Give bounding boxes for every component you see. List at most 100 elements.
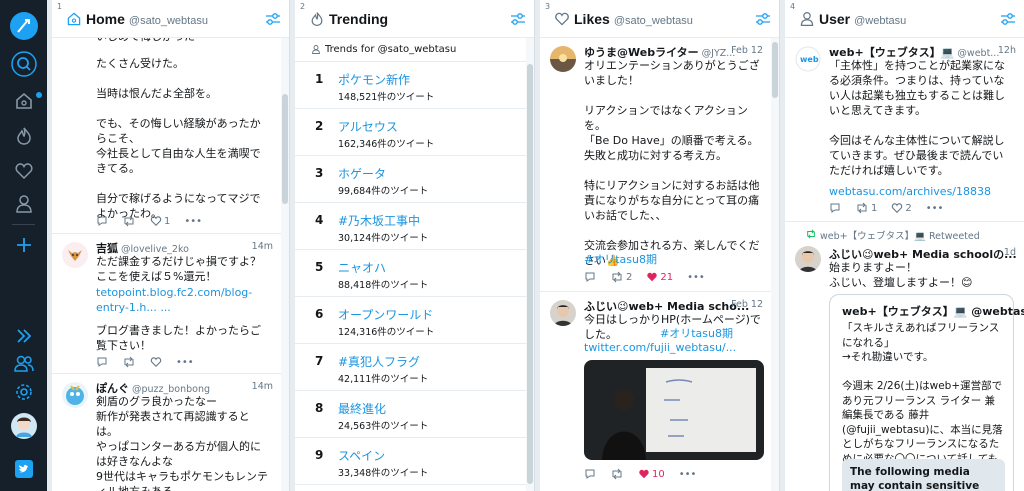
reply-button[interactable] <box>829 202 841 214</box>
column-settings-icon[interactable] <box>510 11 526 27</box>
trend-item[interactable]: 8 最終進化 24,563件のツイート <box>295 391 526 438</box>
retweet-button[interactable] <box>610 468 624 480</box>
column-handle: @webtasu <box>854 15 907 27</box>
like-button[interactable]: 1 <box>150 215 170 227</box>
scrollbar[interactable] <box>526 38 534 491</box>
tweet[interactable]: ぽんぐ @puzz_bonbong 14m 剣盾のグラ良かったなー 新作が発表され… <box>52 374 281 491</box>
trend-item[interactable]: 9 スペイン 33,348件のツイート <box>295 438 526 485</box>
trend-name[interactable]: ポケモン新作 <box>338 71 410 88</box>
trend-item[interactable]: 5 ニャオハ 88,418件のツイート <box>295 250 526 297</box>
search-button[interactable] <box>8 48 39 79</box>
trend-tweet-count: 148,521件のツイート <box>338 92 435 103</box>
trend-item[interactable]: 3 ホゲータ 99,684件のツイート <box>295 156 526 203</box>
user-column-button[interactable] <box>8 188 39 219</box>
hashtag-link[interactable]: #オリtasu8期 <box>660 326 761 341</box>
user-icon <box>15 194 32 213</box>
column-settings-icon[interactable] <box>755 11 771 27</box>
trend-name[interactable]: #乃木坂工事中 <box>338 212 420 229</box>
tweet[interactable]: ゆうま@Webライター @JYZ... Feb 12 オリエンテーションありがとう… <box>540 38 771 292</box>
tweet[interactable]: 吉狐 @lovelive_2ko 14m ただ課金するだけじゃ損ですよ？ ここを使… <box>52 234 281 374</box>
trend-name[interactable]: スペイン <box>338 447 385 464</box>
reply-button[interactable] <box>584 468 596 480</box>
expand-button[interactable] <box>8 320 39 351</box>
retweet-button[interactable] <box>122 356 136 368</box>
scroll-thumb[interactable] <box>527 64 533 484</box>
tweet-time[interactable]: Feb 12 <box>731 299 763 310</box>
tweet-time[interactable]: 14m <box>252 241 273 252</box>
column-home: 1 Home@sato_webtasu いじめて悔しかった たくさん受けた。 当… <box>52 0 290 491</box>
reply-button[interactable] <box>96 356 108 368</box>
trend-item[interactable]: 6 オープンワールド 124,316件のツイート <box>295 297 526 344</box>
column-settings-icon[interactable] <box>265 11 281 27</box>
column-title-text: Trending <box>329 11 389 27</box>
avatar[interactable] <box>550 300 576 326</box>
sensitive-media-warning[interactable]: The following media may contain sensitiv… <box>842 459 1005 491</box>
tweet-time[interactable]: 1d <box>1004 247 1016 258</box>
tweet-text: 「主体性」を持つことが起業家になる必須条件。つまりは、持っていない人は起業も独立… <box>829 59 1005 177</box>
likes-column-button[interactable] <box>8 155 39 186</box>
trend-name[interactable]: オープンワールド <box>338 306 433 323</box>
retweet-button[interactable]: 2 <box>610 271 632 283</box>
avatar[interactable] <box>62 382 88 408</box>
reply-button[interactable] <box>96 215 108 227</box>
accounts-button[interactable] <box>8 348 39 379</box>
avatar[interactable]: web <box>795 46 821 72</box>
trend-item[interactable]: 7 #真犯人フラグ 42,111件のツイート <box>295 344 526 391</box>
trend-item[interactable]: 2 アルセウス 162,346件のツイート <box>295 109 526 156</box>
tweet[interactable]: いじめて悔しかった たくさん受けた。 当時は恨んだよ全部を。 でも、その悔しい経… <box>52 30 281 234</box>
tweet-media-image[interactable] <box>584 360 764 460</box>
add-column-button[interactable] <box>8 229 39 260</box>
scroll-thumb[interactable] <box>282 94 288 204</box>
retweet-icon <box>807 229 815 239</box>
likes-icon <box>555 12 569 26</box>
trending-column-button[interactable] <box>8 120 39 151</box>
like-button[interactable]: 10 <box>638 468 665 480</box>
tweet[interactable]: web web+【ウェブタス】💻 @webt... 12h 「主体性」を持つことが… <box>785 38 1024 222</box>
trend-name[interactable]: アルセウス <box>338 118 398 135</box>
like-button[interactable]: 21 <box>646 271 673 283</box>
like-button[interactable] <box>150 356 162 368</box>
trend-name[interactable]: #真犯人フラグ <box>338 353 420 370</box>
account-avatar-button[interactable] <box>8 410 39 441</box>
tweet-link[interactable]: webtasu.com/archives/18838 <box>829 184 1014 199</box>
scrollbar[interactable] <box>281 38 289 491</box>
avatar[interactable] <box>62 242 88 268</box>
column-settings-icon[interactable] <box>1000 11 1016 27</box>
more-button[interactable]: ••• <box>184 216 202 227</box>
trends-for-label: Trends for @sato_webtasu <box>295 38 526 62</box>
hashtag-link[interactable]: #オリtasu8期 <box>584 252 761 267</box>
more-button[interactable]: ••• <box>176 357 194 368</box>
scroll-thumb[interactable] <box>772 42 778 98</box>
like-button[interactable]: 2 <box>891 202 912 214</box>
avatar[interactable] <box>550 46 576 72</box>
tweet-time[interactable]: 12h <box>998 45 1016 56</box>
settings-button[interactable] <box>8 376 39 407</box>
trend-item[interactable]: 1 ポケモン新作 148,521件のツイート <box>295 62 526 109</box>
scrollbar[interactable] <box>771 38 779 491</box>
twitter-logo-button[interactable] <box>8 453 39 484</box>
quoted-tweet[interactable]: web+【ウェブタス】💻 @webtasu 「スキルさえあればフリーランスになれ… <box>829 294 1024 491</box>
tweet-time[interactable]: Feb 12 <box>731 45 763 56</box>
more-button[interactable]: ••• <box>926 203 944 214</box>
retweet-button[interactable]: 1 <box>855 202 877 214</box>
tweet-actions: 10 ••• <box>584 468 704 480</box>
tweet-actions: 1 2 ••• <box>829 202 951 214</box>
home-column-button[interactable] <box>8 85 39 116</box>
avatar[interactable] <box>795 246 821 272</box>
retweet-button[interactable] <box>122 215 136 227</box>
trend-item[interactable]: 4 #乃木坂工事中 30,124件のツイート <box>295 203 526 250</box>
trend-tweet-count: 99,684件のツイート <box>338 186 429 197</box>
reply-button[interactable] <box>584 271 596 283</box>
tweet-time[interactable]: 14m <box>252 381 273 392</box>
trending-icon <box>311 12 323 27</box>
tweet[interactable]: web+【ウェブタス】💻 Retweeted ふじい😉web+ Media sc… <box>785 222 1024 491</box>
compose-button[interactable] <box>8 10 39 41</box>
tweet-link[interactable]: tetopoint.blog.fc2.com/blog-entry-1.h...… <box>96 285 271 315</box>
person-avatar-icon <box>795 246 821 272</box>
trend-name[interactable]: ニャオハ <box>338 259 386 276</box>
more-button[interactable]: ••• <box>679 469 697 480</box>
more-button[interactable]: ••• <box>687 272 705 283</box>
trend-name[interactable]: ホゲータ <box>338 165 386 182</box>
trend-name[interactable]: 最終進化 <box>338 400 386 417</box>
tweet-link[interactable]: twitter.com/fujii_webtasu/... <box>584 340 761 355</box>
